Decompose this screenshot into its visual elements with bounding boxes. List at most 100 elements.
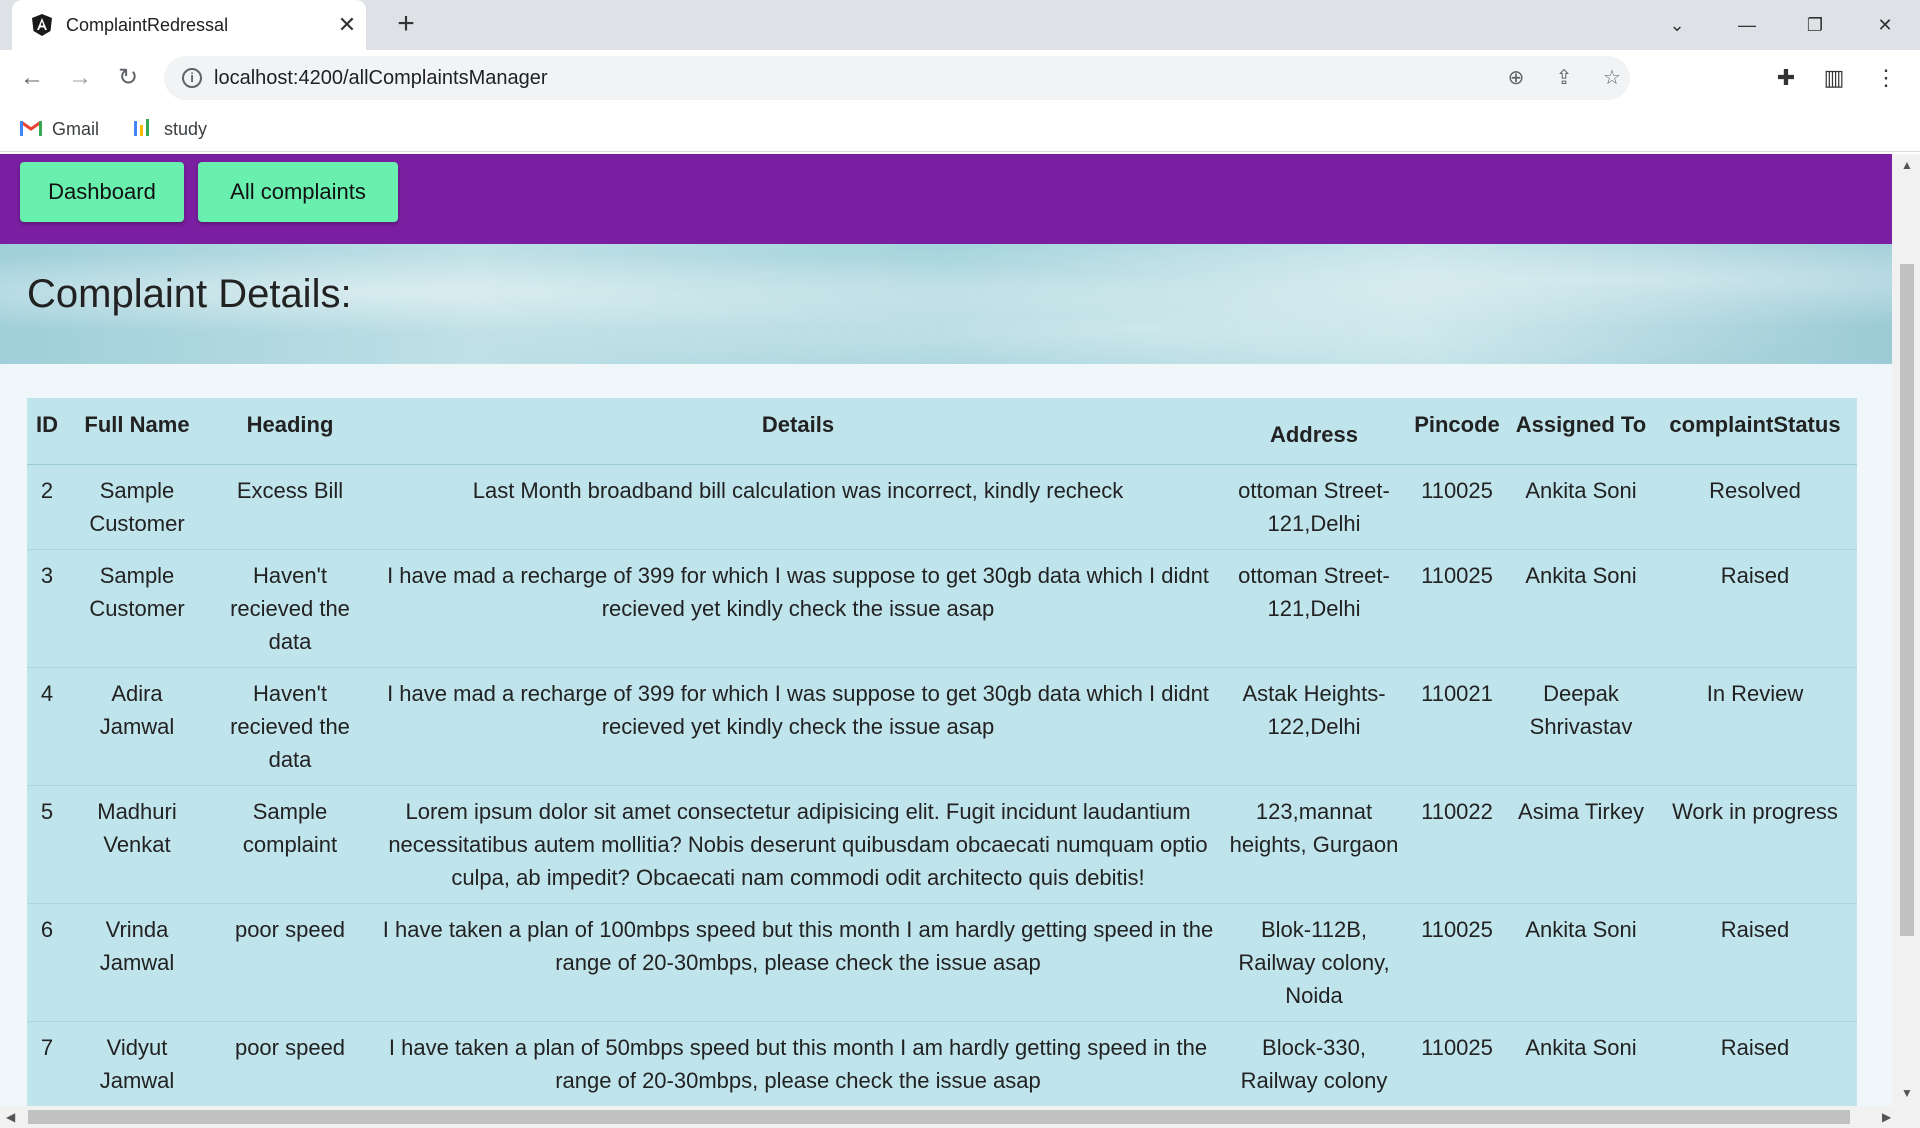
- bookmarks-bar: Gmail study: [0, 106, 1920, 152]
- tab-search-chevron-icon[interactable]: ⌄: [1654, 8, 1700, 42]
- cell-status: Raised: [1653, 549, 1857, 668]
- side-panel-icon[interactable]: ▥: [1818, 62, 1850, 94]
- forward-arrow-icon[interactable]: →: [64, 62, 96, 94]
- share-icon[interactable]: ⇪: [1550, 64, 1578, 92]
- table-row: 7 Vidyut Jamwal poor speed I have taken …: [27, 1021, 1857, 1106]
- cell-id: 6: [27, 903, 67, 1022]
- cell-status: Resolved: [1653, 464, 1857, 550]
- restore-icon[interactable]: ❐: [1792, 8, 1838, 42]
- cell-assigned-to: Ankita Soni: [1509, 464, 1653, 550]
- scroll-down-arrow-icon[interactable]: ▼: [1901, 1086, 1913, 1100]
- cell-full-name: Vidyut Jamwal: [67, 1021, 207, 1106]
- cell-status: Raised: [1653, 1021, 1857, 1106]
- cell-pincode: 110022: [1405, 785, 1509, 904]
- cell-full-name: Sample Customer: [67, 549, 207, 668]
- col-header-heading: Heading: [207, 398, 373, 465]
- table-row: 2 Sample Customer Excess Bill Last Month…: [27, 464, 1857, 550]
- cell-full-name: Madhuri Venkat: [67, 785, 207, 904]
- cell-heading: poor speed: [207, 1021, 373, 1106]
- all-complaints-button[interactable]: All complaints: [198, 162, 398, 222]
- cell-address: 123,mannat heights, Gurgaon: [1223, 785, 1405, 904]
- cell-address: Blok-112B, Railway colony, Noida: [1223, 903, 1405, 1022]
- cell-assigned-to: Ankita Soni: [1509, 903, 1653, 1022]
- cell-status: Raised: [1653, 903, 1857, 1022]
- cell-assigned-to: Asima Tirkey: [1509, 785, 1653, 904]
- cell-heading: Haven't recieved the data: [207, 549, 373, 668]
- cell-assigned-to: Ankita Soni: [1509, 549, 1653, 668]
- dashboard-button[interactable]: Dashboard: [20, 162, 184, 222]
- col-header-address: Address: [1223, 398, 1405, 465]
- back-arrow-icon[interactable]: ←: [16, 62, 48, 94]
- col-header-details: Details: [373, 398, 1223, 465]
- horizontal-scrollbar[interactable]: ◀ ▶: [0, 1106, 1920, 1128]
- close-tab-icon[interactable]: ✕: [334, 12, 360, 38]
- vertical-scroll-thumb[interactable]: [1900, 264, 1914, 936]
- table-header-row: ID Full Name Heading Details Address Pin…: [27, 398, 1857, 465]
- col-header-id: ID: [27, 398, 67, 465]
- cell-pincode: 110025: [1405, 1021, 1509, 1106]
- table-row: 6 Vrinda Jamwal poor speed I have taken …: [27, 903, 1857, 1022]
- tab-title: ComplaintRedressal: [66, 15, 229, 35]
- app-navbar: Dashboard All complaints: [0, 154, 1892, 244]
- cell-heading: Haven't recieved the data: [207, 667, 373, 786]
- cell-pincode: 110025: [1405, 903, 1509, 1022]
- page-title: Complaint Details:: [27, 272, 352, 316]
- cell-details: I have taken a plan of 100mbps speed but…: [373, 903, 1223, 1022]
- minimize-icon[interactable]: —: [1724, 8, 1770, 42]
- vertical-scrollbar[interactable]: ▲ ▼: [1892, 154, 1920, 1106]
- cell-id: 4: [27, 667, 67, 786]
- col-header-full-name: Full Name: [67, 398, 207, 465]
- browser-tab[interactable]: ComplaintRedressal ✕: [12, 0, 366, 50]
- cell-id: 3: [27, 549, 67, 668]
- cell-address: ottoman Street-121,Delhi: [1223, 464, 1405, 550]
- cell-full-name: Sample Customer: [67, 464, 207, 550]
- browser-toolbar: ← → ↻ i localhost:4200/allComplaintsMana…: [0, 50, 1920, 106]
- col-header-assigned-to: Assigned To: [1509, 398, 1653, 465]
- cell-full-name: Vrinda Jamwal: [67, 903, 207, 1022]
- bookmark-gmail[interactable]: Gmail: [20, 116, 99, 142]
- extensions-puzzle-icon[interactable]: ✚: [1770, 62, 1802, 94]
- cell-pincode: 110021: [1405, 667, 1509, 786]
- cell-details: Last Month broadband bill calculation wa…: [373, 464, 1223, 550]
- gmail-icon: [20, 120, 42, 136]
- bookmark-study[interactable]: study: [132, 116, 207, 142]
- cell-status: In Review: [1653, 667, 1857, 786]
- new-tab-plus-icon[interactable]: +: [390, 8, 422, 40]
- site-info-icon[interactable]: i: [182, 68, 202, 88]
- tab-strip: ComplaintRedressal ✕ + ⌄ — ❐ ✕: [0, 0, 1920, 50]
- scroll-left-arrow-icon[interactable]: ◀: [6, 1110, 15, 1124]
- bookmark-label: Gmail: [52, 119, 100, 139]
- cell-id: 2: [27, 464, 67, 550]
- close-window-icon[interactable]: ✕: [1862, 8, 1908, 42]
- complaints-table: ID Full Name Heading Details Address Pin…: [27, 398, 1857, 1106]
- table-row: 5 Madhuri Venkat Sample complaint Lorem …: [27, 785, 1857, 904]
- cell-address: Block-330, Railway colony: [1223, 1021, 1405, 1106]
- cell-pincode: 110025: [1405, 549, 1509, 668]
- bookmark-star-icon[interactable]: ☆: [1598, 64, 1626, 92]
- address-bar[interactable]: i localhost:4200/allComplaintsManager ⊕ …: [164, 56, 1630, 100]
- bookmark-label: study: [164, 119, 208, 139]
- scroll-right-arrow-icon[interactable]: ▶: [1882, 1110, 1891, 1124]
- cell-heading: Sample complaint: [207, 785, 373, 904]
- cell-address: ottoman Street-121,Delhi: [1223, 549, 1405, 668]
- page-viewport: Dashboard All complaints Complaint Detai…: [0, 154, 1892, 1106]
- cell-assigned-to: Ankita Soni: [1509, 1021, 1653, 1106]
- menu-dots-icon[interactable]: ⋮: [1870, 62, 1902, 94]
- cell-full-name: Adira Jamwal: [67, 667, 207, 786]
- cell-details: I have mad a recharge of 399 for which I…: [373, 549, 1223, 668]
- table-row: 4 Adira Jamwal Haven't recieved the data…: [27, 667, 1857, 786]
- cell-details: I have mad a recharge of 399 for which I…: [373, 667, 1223, 786]
- study-icon: [134, 119, 149, 136]
- scroll-up-arrow-icon[interactable]: ▲: [1901, 158, 1913, 172]
- url-text[interactable]: localhost:4200/allComplaintsManager: [214, 67, 548, 90]
- cell-details: I have taken a plan of 50mbps speed but …: [373, 1021, 1223, 1106]
- angular-logo-icon: [32, 14, 52, 36]
- complaints-table-container: ID Full Name Heading Details Address Pin…: [27, 398, 1857, 1106]
- reload-icon[interactable]: ↻: [112, 62, 144, 94]
- zoom-icon[interactable]: ⊕: [1502, 64, 1530, 92]
- table-row: 3 Sample Customer Haven't recieved the d…: [27, 549, 1857, 668]
- cell-heading: poor speed: [207, 903, 373, 1022]
- horizontal-scroll-thumb[interactable]: [28, 1110, 1850, 1124]
- cell-pincode: 110025: [1405, 464, 1509, 550]
- cell-heading: Excess Bill: [207, 464, 373, 550]
